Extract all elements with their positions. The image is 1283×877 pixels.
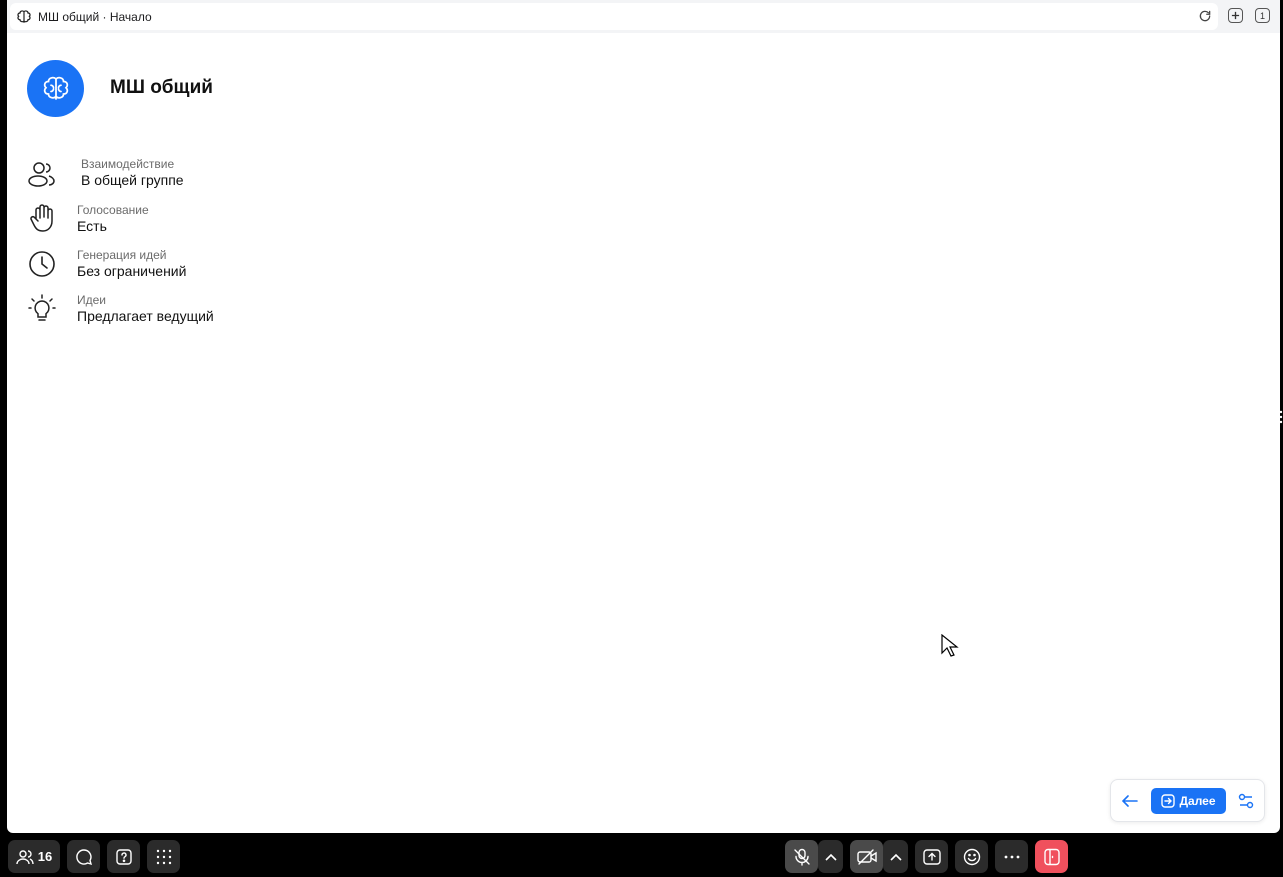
help-button[interactable] (107, 840, 140, 873)
info-value: Без ограничений (77, 263, 187, 279)
grid-dots-icon (156, 849, 171, 864)
info-value: Есть (77, 218, 107, 234)
apps-button[interactable] (147, 840, 180, 873)
camera-off-icon (856, 848, 877, 865)
tabs-count-button[interactable]: 1 (1255, 8, 1270, 23)
reactions-button[interactable] (955, 840, 988, 873)
back-button[interactable] (1119, 790, 1141, 812)
participants-button[interactable]: 16 (8, 840, 60, 873)
tune-icon (1238, 793, 1254, 809)
camera-options[interactable] (883, 840, 908, 873)
resize-handle-icon[interactable] (1279, 409, 1283, 425)
info-value: Предлагает ведущий (77, 308, 214, 324)
step-navigation: Далее (1110, 779, 1265, 822)
users-icon (16, 849, 34, 864)
info-label: Генерация идей (77, 248, 167, 262)
mouse-cursor (941, 634, 959, 657)
address-bar: МШ общий · Начало 1 (7, 0, 1280, 33)
info-item-voting: Голосование Есть (27, 203, 227, 239)
share-screen-icon (922, 848, 941, 865)
info-value: В общей группе (81, 172, 184, 188)
exit-door-icon (1043, 848, 1060, 865)
current-tab[interactable]: МШ общий · Начало (10, 3, 1218, 30)
arrow-left-icon (1122, 795, 1138, 807)
tabs-count: 1 (1259, 10, 1265, 21)
chevron-up-icon (824, 853, 837, 861)
info-label: Идеи (77, 293, 107, 307)
brain-icon (43, 76, 68, 100)
page-title: МШ общий (110, 77, 213, 98)
info-item-ideas: Идеи Предлагает ведущий (27, 293, 227, 329)
enter-icon (1161, 794, 1176, 808)
camera-toggle[interactable] (850, 840, 883, 873)
hand-icon (27, 203, 57, 233)
microphone-options[interactable] (818, 840, 843, 873)
new-tab-button[interactable] (1228, 8, 1243, 23)
info-item-ideation: Генерация идей Без ограничений (27, 248, 227, 284)
info-label: Взаимодействие (81, 157, 175, 171)
smile-icon (963, 848, 980, 865)
settings-button[interactable] (1235, 790, 1257, 812)
question-icon (115, 848, 132, 865)
lightbulb-icon (27, 294, 57, 324)
chevron-up-icon (889, 853, 902, 861)
brain-icon (16, 9, 32, 25)
reload-icon[interactable] (1198, 9, 1212, 23)
clock-icon (27, 249, 57, 279)
plus-icon (1231, 11, 1240, 20)
users-icon (27, 159, 57, 189)
chat-icon (75, 848, 92, 865)
chat-button[interactable] (67, 840, 100, 873)
next-button[interactable]: Далее (1151, 788, 1226, 814)
info-item-interaction: Взаимодействие В общей группе (27, 157, 227, 193)
more-button[interactable] (995, 840, 1028, 873)
share-screen-button[interactable] (915, 840, 948, 873)
room-avatar (27, 60, 84, 117)
mic-off-icon (793, 848, 810, 866)
info-label: Голосование (77, 203, 149, 217)
participants-count: 16 (37, 849, 53, 864)
app-window: МШ общий · Начало 1 МШ общий Взаимодейст… (7, 0, 1280, 833)
tab-title: МШ общий · Начало (38, 9, 152, 24)
next-button-label: Далее (1179, 794, 1216, 808)
leave-button[interactable] (1035, 840, 1068, 873)
more-horizontal-icon (1004, 855, 1019, 858)
microphone-toggle[interactable] (785, 840, 818, 873)
